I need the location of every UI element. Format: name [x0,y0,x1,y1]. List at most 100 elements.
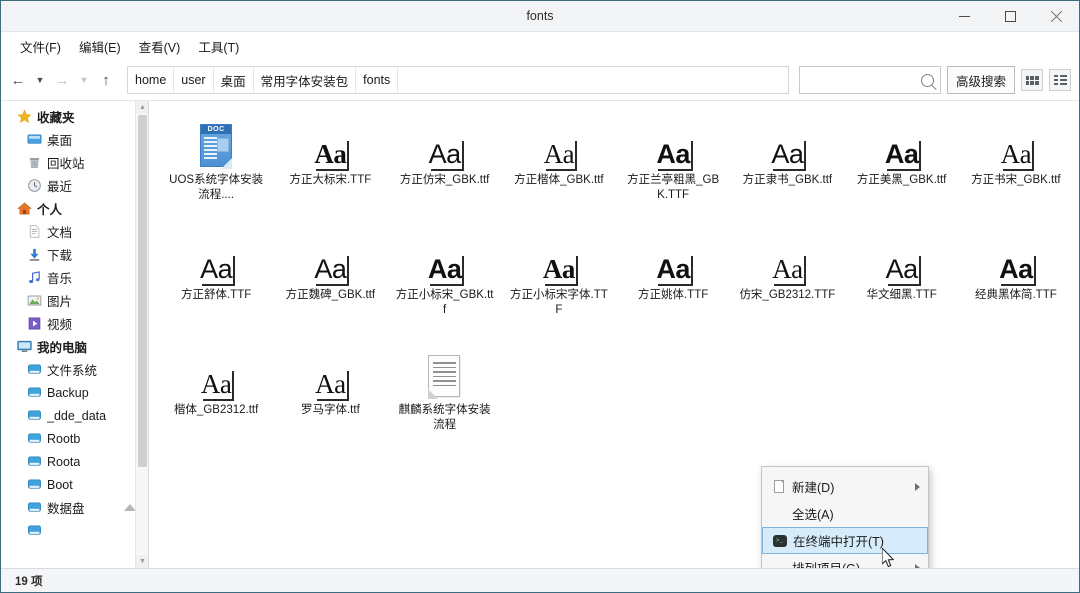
forward-history-icon[interactable]: ▼ [73,67,95,93]
sidebar-item-filesystem[interactable]: 文件系统 [1,358,148,381]
file-item[interactable]: Aa 方正美黑_GBK.ttf [845,115,959,222]
file-item[interactable]: Aa 楷体_GB2312.ttf [159,345,273,452]
minimize-button[interactable] [941,1,987,32]
breadcrumb-empty-area[interactable] [398,67,788,93]
menu-edit[interactable]: 编辑(E) [70,34,130,59]
file-name: 方正小标宋字体.TTF [510,289,608,316]
file-name: 方正书宋_GBK.ttf [971,174,1061,186]
star-icon [17,109,32,124]
navigation-toolbar: ← ▼ → ▼ ↑ home user 桌面 常用字体安装包 fonts 高级搜… [1,60,1079,100]
sidebar-item-label: 视频 [47,318,73,332]
sidebar-group-favorites[interactable]: 收藏夹 [1,105,148,128]
sidebar-item-label: Roota [47,454,81,469]
font-file-icon: Aa [313,351,349,401]
sidebar-item-music[interactable]: 音乐 [1,266,148,289]
desktop-icon [27,132,42,147]
sidebar-item-videos[interactable]: 视频 [1,312,148,335]
context-menu-item-select-all[interactable]: 全选(A) [762,500,928,527]
breadcrumb-item-home[interactable]: home [128,67,175,93]
icon-view-button[interactable] [1021,69,1043,91]
file-item[interactable]: Aa 罗马字体.ttf [273,345,387,452]
sidebar-item-roota[interactable]: Roota [1,450,148,473]
file-item[interactable]: Aa 方正兰亭粗黑_GBK.TTF [616,115,730,222]
sidebar-group-personal[interactable]: 个人 [1,197,148,220]
sidebar-item-rootb[interactable]: Rootb [1,427,148,450]
file-item[interactable]: Aa 方正楷体_GBK.ttf [502,115,616,222]
sidebar-scroll-thumb[interactable] [138,115,147,467]
picture-icon [27,293,42,308]
list-view-button[interactable] [1049,69,1071,91]
sidebar-item-trash[interactable]: 回收站 [1,151,148,174]
advanced-search-button[interactable]: 高级搜索 [946,66,1015,94]
document-icon [27,224,42,239]
chevron-right-icon [915,482,920,491]
close-button[interactable] [1033,1,1079,32]
new-document-icon [770,480,787,493]
sidebar-item-documents[interactable]: 文档 [1,220,148,243]
file-name: 方正舒体.TTF [180,289,252,301]
file-item[interactable]: Aa 经典黑体简.TTF [959,230,1073,337]
forward-icon[interactable]: → [51,67,73,93]
breadcrumb-item-user[interactable]: user [174,67,214,93]
file-item[interactable]: Aa 仿宋_GB2312.TTF [730,230,844,337]
font-file-icon: Aa [654,236,693,286]
sidebar-item-downloads[interactable]: 下载 [1,243,148,266]
sidebar-item-datadisk[interactable]: 数据盘 [1,496,148,519]
computer-icon [17,339,32,354]
file-item[interactable]: Aa 方正小标宋_GBK.ttf [388,230,502,337]
back-history-icon[interactable]: ▼ [29,67,51,93]
file-item[interactable]: Aa 方正仿宋_GBK.ttf [388,115,502,222]
file-item[interactable]: Aa 方正姚体.TTF [616,230,730,337]
sidebar-item-recent[interactable]: 最近 [1,174,148,197]
menu-view[interactable]: 查看(V) [130,34,190,59]
context-menu: 新建(D) 全选(A) >_ 在终端中打开(T) 排列项目(G) [761,466,929,568]
up-icon[interactable]: ↑ [95,67,117,93]
file-item[interactable]: 麒麟系统字体安装流程 [388,345,502,452]
font-file-icon: Aa [312,121,350,171]
item-count: 19 项 [15,575,43,588]
file-list-area[interactable]: DOC UOS系统字体安装流程.... Aa 方正大标宋.TTF Aa 方正仿宋… [149,101,1079,568]
breadcrumb-item-fontpack[interactable]: 常用字体安装包 [254,67,357,93]
file-item[interactable]: Aa 方正书宋_GBK.ttf [959,115,1073,222]
file-item[interactable]: DOC UOS系统字体安装流程.... [159,115,273,222]
sidebar-item-ddedata[interactable]: _dde_data [1,404,148,427]
back-icon[interactable]: ← [7,67,29,93]
breadcrumb-item-desktop[interactable]: 桌面 [214,67,254,93]
scroll-up-icon[interactable]: ▲ [136,101,148,114]
font-file-icon: Aa [883,121,922,171]
context-menu-item-open-in-terminal[interactable]: >_ 在终端中打开(T) [762,527,928,554]
text-file-icon [427,351,462,399]
file-item[interactable]: Aa 方正大标宋.TTF [273,115,387,222]
context-menu-item-new[interactable]: 新建(D) [762,473,928,500]
drive-icon [27,454,42,469]
list-icon [1053,75,1067,85]
sidebar-item-pictures[interactable]: 图片 [1,289,148,312]
font-file-icon: Aa [199,351,235,401]
file-item[interactable]: Aa 方正魏碑_GBK.ttf [273,230,387,337]
breadcrumb-item-fonts[interactable]: fonts [356,67,399,93]
context-menu-item-arrange[interactable]: 排列项目(G) [762,554,928,568]
sidebar-item-label: _dde_data [47,408,107,423]
search-input[interactable] [805,73,921,87]
maximize-button[interactable] [987,1,1033,32]
file-name: 罗马字体.ttf [300,404,360,416]
font-file-icon: Aa [541,236,578,286]
file-item[interactable]: Aa 方正隶书_GBK.ttf [730,115,844,222]
sidebar-item-backup[interactable]: Backup [1,381,148,404]
font-file-icon: Aa [884,236,921,286]
sidebar-item-boot[interactable]: Boot [1,473,148,496]
scroll-down-icon[interactable]: ▼ [136,555,148,568]
menu-tools[interactable]: 工具(T) [189,34,248,59]
menu-file[interactable]: 文件(F) [11,34,70,59]
search-box[interactable] [798,66,941,94]
font-file-icon: Aa [999,121,1035,171]
sidebar-item-partial[interactable] [1,519,148,542]
sidebar-item-desktop[interactable]: 桌面 [1,128,148,151]
file-item[interactable]: Aa 华文细黑.TTF [845,230,959,337]
sidebar-group-mycomputer[interactable]: 我的电脑 [1,335,148,358]
file-item[interactable]: Aa 方正舒体.TTF [159,230,273,337]
context-menu-label: 在终端中打开(T) [793,535,884,549]
sidebar-scrollbar[interactable]: ▲ ▼ [135,101,148,568]
terminal-icon: >_ [771,534,788,547]
file-item[interactable]: Aa 方正小标宋字体.TTF [502,230,616,337]
